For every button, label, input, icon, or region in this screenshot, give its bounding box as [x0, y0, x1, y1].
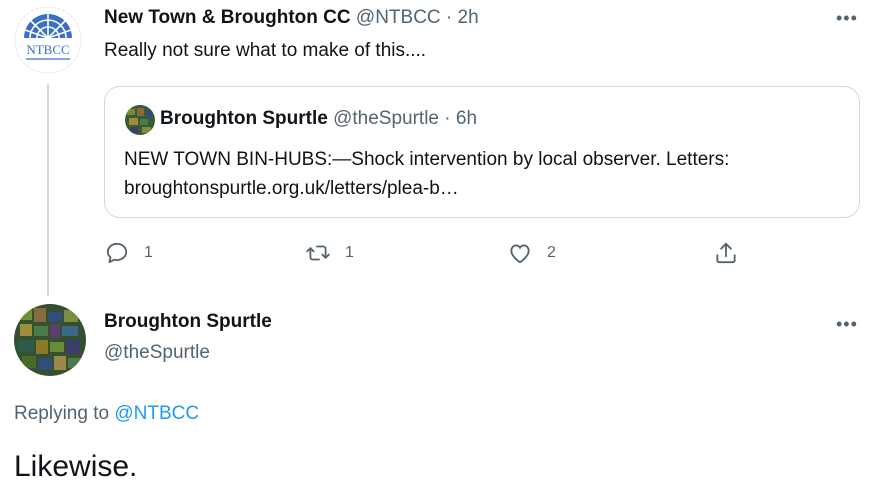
replying-to: Replying to @NTBCC [14, 403, 199, 425]
retweet-count: 1 [345, 244, 354, 261]
like-count: 2 [547, 244, 556, 261]
reply-icon [106, 242, 128, 264]
reply-tweet-text: Likewise. [14, 450, 138, 483]
ntbcc-logo-text: NTBCC [26, 42, 69, 57]
tweet-text: Really not sure what to make of this.... [104, 40, 427, 61]
quoted-time: 6h [455, 108, 478, 129]
replying-prefix: Replying to [14, 403, 110, 424]
reply-author-handle[interactable]: @theSpurtle [104, 342, 210, 364]
quoted-text: NEW TOWN BIN-HUBS:—Shock intervention by… [124, 149, 730, 199]
heart-icon [510, 244, 530, 264]
reply-author-name[interactable]: Broughton Spurtle [104, 311, 272, 333]
more-options-icon[interactable]: ••• [836, 314, 858, 335]
ntbcc-avatar[interactable]: NTBCC [14, 6, 82, 74]
spurtle-avatar-small [125, 105, 155, 135]
quoted-author-name: Broughton Spurtle [160, 108, 328, 129]
tweet-header: New Town & Broughton CC @NTBCC · 2h [104, 7, 479, 29]
more-options-icon[interactable]: ••• [836, 8, 858, 29]
reply-count: 1 [144, 244, 153, 261]
quoted-header: Broughton Spurtle @theSpurtle · 6h [160, 108, 477, 130]
quoted-author-handle: @theSpurtle [333, 108, 439, 129]
dot-separator: · [444, 108, 451, 129]
retweet-icon [306, 245, 330, 261]
replying-handle-link[interactable]: @NTBCC [114, 403, 199, 424]
spurtle-avatar[interactable] [14, 304, 86, 376]
quoted-tweet[interactable]: Broughton Spurtle @theSpurtle · 6h NEW T… [104, 86, 860, 218]
dot-separator: · [445, 7, 453, 28]
ntbcc-logo: NTBCC [14, 6, 82, 74]
reply-button[interactable]: 1 [104, 240, 153, 266]
tweet-time[interactable]: 2h [458, 7, 479, 28]
share-button[interactable] [713, 240, 739, 266]
author-handle[interactable]: @NTBCC [356, 7, 441, 28]
thread-line [47, 84, 49, 296]
retweet-button[interactable]: 1 [305, 240, 354, 266]
author-name[interactable]: New Town & Broughton CC [104, 7, 351, 28]
share-icon [716, 242, 736, 264]
like-button[interactable]: 2 [507, 240, 556, 266]
